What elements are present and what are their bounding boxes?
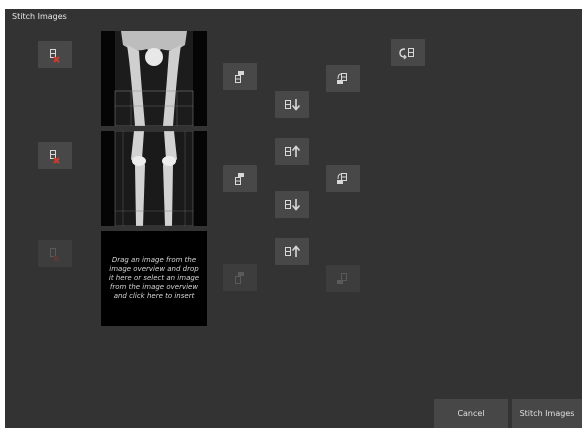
flip-icon — [337, 73, 347, 84]
remove-image-2-button[interactable] — [38, 142, 72, 169]
window-title: Stitch Images — [12, 12, 67, 21]
move-image-2-down-button[interactable] — [275, 191, 309, 218]
image-drop-placeholder[interactable]: Drag an image from the image overview an… — [101, 231, 207, 326]
xray-legs-image — [101, 131, 207, 226]
flip-vertical-image-3-button[interactable] — [326, 265, 360, 292]
flip-icon — [235, 173, 244, 185]
flip-image-2-button[interactable] — [223, 165, 257, 192]
move-image-3-up-button[interactable] — [275, 238, 309, 265]
move-up-icon — [285, 245, 301, 257]
move-down-icon — [285, 199, 301, 211]
remove-image-3-button[interactable] — [38, 240, 72, 267]
rotate-button[interactable] — [391, 39, 425, 66]
flip-icon — [337, 173, 347, 184]
placeholder-text: Drag an image from the image overview an… — [108, 256, 200, 300]
delete-image-icon — [50, 49, 60, 63]
remove-image-1-button[interactable] — [38, 41, 72, 68]
stitch-images-button[interactable]: Stitch Images — [512, 399, 582, 428]
xray-pelvis-image — [101, 31, 207, 126]
move-image-2-up-button[interactable] — [275, 138, 309, 165]
flip-icon — [337, 273, 347, 284]
cancel-button[interactable]: Cancel — [434, 399, 508, 428]
flip-image-3-button[interactable] — [223, 264, 257, 291]
flip-image-1-button[interactable] — [223, 63, 257, 90]
flip-icon — [235, 71, 244, 83]
flip-icon — [235, 272, 244, 284]
stitch-images-window — [5, 9, 582, 428]
flip-vertical-image-1-button[interactable] — [326, 65, 360, 92]
delete-image-icon — [50, 248, 60, 262]
move-down-icon — [285, 99, 301, 111]
move-image-1-down-button[interactable] — [275, 91, 309, 118]
rotate-icon — [399, 48, 414, 60]
image-slot-2[interactable] — [101, 131, 207, 226]
image-slot-1[interactable] — [101, 31, 207, 126]
move-up-icon — [285, 145, 301, 157]
delete-image-icon — [50, 150, 60, 164]
flip-vertical-image-2-button[interactable] — [326, 165, 360, 192]
